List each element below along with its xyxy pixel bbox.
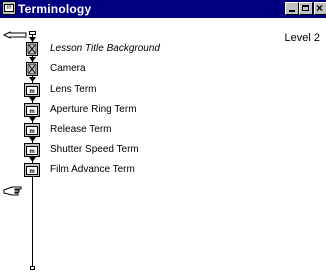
close-icon: ×: [316, 1, 324, 15]
flowline-end[interactable]: [30, 266, 35, 270]
map-icon: m: [24, 103, 40, 117]
flow-item-label: Shutter Speed Term: [50, 144, 139, 155]
map-icon: m: [24, 163, 40, 177]
svg-text:m: m: [29, 129, 34, 135]
map-icon: m: [24, 83, 40, 97]
paste-hand-icon[interactable]: [3, 183, 27, 197]
svg-text:m: m: [29, 109, 34, 115]
map-icon: m: [24, 123, 40, 137]
maximize-button[interactable]: [299, 2, 313, 15]
title-bar[interactable]: m Terminology ×: [0, 0, 326, 18]
flow-item-label: Release Term: [50, 124, 112, 135]
svg-text:m: m: [29, 169, 34, 175]
erase-icon: [26, 42, 38, 56]
flow-arrow-icon: [29, 77, 36, 82]
svg-text:m: m: [29, 89, 34, 95]
level-indicator: Level 2: [284, 32, 320, 44]
flow-item-label: Lens Term: [50, 84, 97, 95]
map-icon: m: [24, 143, 40, 157]
erase-icon: [26, 62, 38, 76]
map-icon: m: [2, 1, 16, 15]
paste-pointer-icon[interactable]: [3, 31, 29, 39]
window-title: Terminology: [18, 2, 92, 16]
flow-item-label: Aperture Ring Term: [50, 104, 137, 115]
close-button[interactable]: ×: [314, 1, 326, 15]
svg-text:m: m: [29, 149, 34, 155]
flow-item-label: Camera: [50, 63, 86, 74]
minimize-button[interactable]: [285, 2, 299, 15]
flow-item-label: Film Advance Term: [50, 164, 135, 175]
flow-item-label: Lesson Title Background: [50, 43, 160, 54]
